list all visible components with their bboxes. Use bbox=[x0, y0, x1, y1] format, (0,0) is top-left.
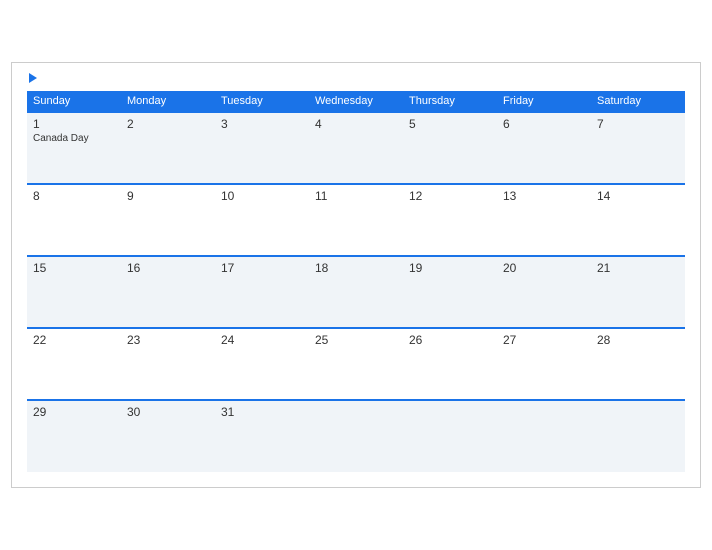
calendar-cell: 28 bbox=[591, 328, 685, 400]
calendar-cell: 19 bbox=[403, 256, 497, 328]
day-number: 31 bbox=[221, 405, 303, 419]
calendar-cell bbox=[497, 400, 591, 472]
day-number: 8 bbox=[33, 189, 115, 203]
calendar-cell bbox=[591, 400, 685, 472]
day-number: 17 bbox=[221, 261, 303, 275]
calendar-cell: 16 bbox=[121, 256, 215, 328]
calendar-cell: 24 bbox=[215, 328, 309, 400]
day-number: 19 bbox=[409, 261, 491, 275]
calendar-table: SundayMondayTuesdayWednesdayThursdayFrid… bbox=[27, 91, 685, 472]
calendar-cell: 21 bbox=[591, 256, 685, 328]
calendar-cell: 7 bbox=[591, 112, 685, 184]
week-row-5: 29 30 31 bbox=[27, 400, 685, 472]
week-row-3: 15 16 17 18 19 20 21 bbox=[27, 256, 685, 328]
day-number: 10 bbox=[221, 189, 303, 203]
calendar-container: SundayMondayTuesdayWednesdayThursdayFrid… bbox=[11, 62, 701, 488]
day-number: 18 bbox=[315, 261, 397, 275]
calendar-cell: 31 bbox=[215, 400, 309, 472]
logo-area bbox=[27, 73, 37, 83]
calendar-cell bbox=[403, 400, 497, 472]
day-number: 16 bbox=[127, 261, 209, 275]
day-number: 22 bbox=[33, 333, 115, 347]
day-number: 24 bbox=[221, 333, 303, 347]
day-number: 23 bbox=[127, 333, 209, 347]
day-number: 9 bbox=[127, 189, 209, 203]
day-number: 29 bbox=[33, 405, 115, 419]
calendar-cell bbox=[309, 400, 403, 472]
day-number: 14 bbox=[597, 189, 679, 203]
calendar-cell: 5 bbox=[403, 112, 497, 184]
day-number: 4 bbox=[315, 117, 397, 131]
calendar-cell: 6 bbox=[497, 112, 591, 184]
logo-triangle-icon bbox=[29, 73, 37, 83]
calendar-cell: 2 bbox=[121, 112, 215, 184]
day-number: 25 bbox=[315, 333, 397, 347]
day-number: 1 bbox=[33, 117, 115, 131]
calendar-header bbox=[27, 73, 685, 83]
calendar-cell: 14 bbox=[591, 184, 685, 256]
calendar-cell: 17 bbox=[215, 256, 309, 328]
day-number: 15 bbox=[33, 261, 115, 275]
holiday-label: Canada Day bbox=[33, 133, 115, 144]
weekday-header-friday: Friday bbox=[497, 91, 591, 112]
calendar-cell: 22 bbox=[27, 328, 121, 400]
day-number: 12 bbox=[409, 189, 491, 203]
day-number: 26 bbox=[409, 333, 491, 347]
day-number: 30 bbox=[127, 405, 209, 419]
calendar-cell: 15 bbox=[27, 256, 121, 328]
calendar-cell: 13 bbox=[497, 184, 591, 256]
day-number: 5 bbox=[409, 117, 491, 131]
week-row-1: 1 Canada Day 234567 bbox=[27, 112, 685, 184]
week-row-4: 22 23 24 25 26 27 28 bbox=[27, 328, 685, 400]
calendar-cell: 9 bbox=[121, 184, 215, 256]
weekday-header-sunday: Sunday bbox=[27, 91, 121, 112]
day-number: 11 bbox=[315, 189, 397, 203]
calendar-cell: 26 bbox=[403, 328, 497, 400]
day-number: 20 bbox=[503, 261, 585, 275]
day-number: 7 bbox=[597, 117, 679, 131]
calendar-cell: 8 bbox=[27, 184, 121, 256]
calendar-cell: 3 bbox=[215, 112, 309, 184]
day-number: 13 bbox=[503, 189, 585, 203]
day-number: 3 bbox=[221, 117, 303, 131]
weekday-header-tuesday: Tuesday bbox=[215, 91, 309, 112]
day-number: 28 bbox=[597, 333, 679, 347]
weekday-header-thursday: Thursday bbox=[403, 91, 497, 112]
calendar-cell: 23 bbox=[121, 328, 215, 400]
calendar-cell: 18 bbox=[309, 256, 403, 328]
calendar-cell: 12 bbox=[403, 184, 497, 256]
calendar-cell: 27 bbox=[497, 328, 591, 400]
calendar-cell: 29 bbox=[27, 400, 121, 472]
calendar-cell: 11 bbox=[309, 184, 403, 256]
calendar-cell: 4 bbox=[309, 112, 403, 184]
calendar-cell: 20 bbox=[497, 256, 591, 328]
weekday-header-wednesday: Wednesday bbox=[309, 91, 403, 112]
day-number: 6 bbox=[503, 117, 585, 131]
calendar-cell: 10 bbox=[215, 184, 309, 256]
day-number: 2 bbox=[127, 117, 209, 131]
calendar-cell: 25 bbox=[309, 328, 403, 400]
calendar-cell: 30 bbox=[121, 400, 215, 472]
day-number: 21 bbox=[597, 261, 679, 275]
calendar-cell: 1 Canada Day bbox=[27, 112, 121, 184]
weekday-header-saturday: Saturday bbox=[591, 91, 685, 112]
day-number: 27 bbox=[503, 333, 585, 347]
week-row-2: 89 10 11 12 13 14 bbox=[27, 184, 685, 256]
weekday-header-row: SundayMondayTuesdayWednesdayThursdayFrid… bbox=[27, 91, 685, 112]
weekday-header-monday: Monday bbox=[121, 91, 215, 112]
